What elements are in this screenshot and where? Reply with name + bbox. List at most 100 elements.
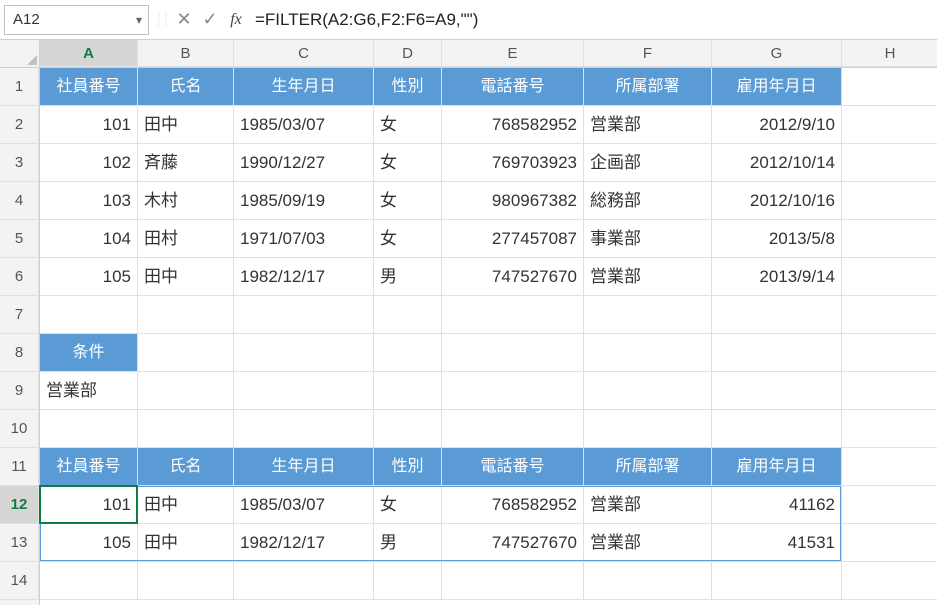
cell-A8[interactable]: 条件 xyxy=(40,334,138,372)
cell-H9[interactable] xyxy=(842,372,937,410)
cell-H3[interactable] xyxy=(842,144,937,182)
cell-B5[interactable]: 田村 xyxy=(138,220,234,258)
cell-G14[interactable] xyxy=(712,562,842,600)
col-header-E[interactable]: E xyxy=(442,40,584,67)
cell-G1[interactable]: 雇用年月日 xyxy=(712,68,842,106)
cell-C12[interactable]: 1985/03/07 xyxy=(234,486,374,524)
cell-D4[interactable]: 女 xyxy=(374,182,442,220)
cell-C4[interactable]: 1985/09/19 xyxy=(234,182,374,220)
cell-F9[interactable] xyxy=(584,372,712,410)
cell-D5[interactable]: 女 xyxy=(374,220,442,258)
formula-input[interactable] xyxy=(249,5,937,35)
cell-G11[interactable]: 雇用年月日 xyxy=(712,448,842,486)
col-header-H[interactable]: H xyxy=(842,40,937,67)
cell-B14[interactable] xyxy=(138,562,234,600)
cell-E3[interactable]: 769703923 xyxy=(442,144,584,182)
cell-F10[interactable] xyxy=(584,410,712,448)
row-header-13[interactable]: 13 xyxy=(0,524,39,562)
col-header-D[interactable]: D xyxy=(374,40,442,67)
row-header-8[interactable]: 8 xyxy=(0,334,39,372)
cell-C11[interactable]: 生年月日 xyxy=(234,448,374,486)
cell-F4[interactable]: 総務部 xyxy=(584,182,712,220)
cell-H13[interactable] xyxy=(842,524,937,562)
cell-C14[interactable] xyxy=(234,562,374,600)
drag-handle-icon[interactable]: ⋮⋮⋮⋮ xyxy=(155,12,171,27)
cell-B2[interactable]: 田中 xyxy=(138,106,234,144)
cell-D9[interactable] xyxy=(374,372,442,410)
row-header-2[interactable]: 2 xyxy=(0,106,39,144)
cell-E1[interactable]: 電話番号 xyxy=(442,68,584,106)
cell-H8[interactable] xyxy=(842,334,937,372)
cell-A11[interactable]: 社員番号 xyxy=(40,448,138,486)
cell-F11[interactable]: 所属部署 xyxy=(584,448,712,486)
cell-F1[interactable]: 所属部署 xyxy=(584,68,712,106)
cell-E2[interactable]: 768582952 xyxy=(442,106,584,144)
row-header-10[interactable]: 10 xyxy=(0,410,39,448)
cell-A12[interactable]: 101 xyxy=(40,486,138,524)
col-header-G[interactable]: G xyxy=(712,40,842,67)
row-header-9[interactable]: 9 xyxy=(0,372,39,410)
cell-D10[interactable] xyxy=(374,410,442,448)
cell-G5[interactable]: 2013/5/8 xyxy=(712,220,842,258)
cell-H14[interactable] xyxy=(842,562,937,600)
cell-D3[interactable]: 女 xyxy=(374,144,442,182)
cell-G9[interactable] xyxy=(712,372,842,410)
cell-C9[interactable] xyxy=(234,372,374,410)
cell-F13[interactable]: 営業部 xyxy=(584,524,712,562)
cell-E12[interactable]: 768582952 xyxy=(442,486,584,524)
cell-G13[interactable]: 41531 xyxy=(712,524,842,562)
cell-A2[interactable]: 101 xyxy=(40,106,138,144)
cell-H6[interactable] xyxy=(842,258,937,296)
row-header-1[interactable]: 1 xyxy=(0,68,39,106)
cell-G2[interactable]: 2012/9/10 xyxy=(712,106,842,144)
cell-D7[interactable] xyxy=(374,296,442,334)
cell-C7[interactable] xyxy=(234,296,374,334)
row-header-14[interactable]: 14 xyxy=(0,562,39,600)
cell-A14[interactable] xyxy=(40,562,138,600)
cell-H10[interactable] xyxy=(842,410,937,448)
cell-G10[interactable] xyxy=(712,410,842,448)
row-header-11[interactable]: 11 xyxy=(0,448,39,486)
cell-H4[interactable] xyxy=(842,182,937,220)
cell-D2[interactable]: 女 xyxy=(374,106,442,144)
col-header-B[interactable]: B xyxy=(138,40,234,67)
cell-F2[interactable]: 営業部 xyxy=(584,106,712,144)
cell-A3[interactable]: 102 xyxy=(40,144,138,182)
row-header-4[interactable]: 4 xyxy=(0,182,39,220)
grid[interactable]: 社員番号氏名生年月日性別電話番号所属部署雇用年月日101田中1985/03/07… xyxy=(40,68,937,605)
cell-C10[interactable] xyxy=(234,410,374,448)
col-header-F[interactable]: F xyxy=(584,40,712,67)
cell-D1[interactable]: 性別 xyxy=(374,68,442,106)
cell-C8[interactable] xyxy=(234,334,374,372)
cell-A10[interactable] xyxy=(40,410,138,448)
cell-C5[interactable]: 1971/07/03 xyxy=(234,220,374,258)
cell-G12[interactable]: 41162 xyxy=(712,486,842,524)
confirm-icon[interactable]: ✓ xyxy=(197,5,223,35)
cell-B10[interactable] xyxy=(138,410,234,448)
cell-E10[interactable] xyxy=(442,410,584,448)
cell-G8[interactable] xyxy=(712,334,842,372)
cell-E11[interactable]: 電話番号 xyxy=(442,448,584,486)
row-header-3[interactable]: 3 xyxy=(0,144,39,182)
cell-E8[interactable] xyxy=(442,334,584,372)
cell-D11[interactable]: 性別 xyxy=(374,448,442,486)
row-header-6[interactable]: 6 xyxy=(0,258,39,296)
name-box[interactable]: A12 ▾ xyxy=(4,5,149,35)
row-header-5[interactable]: 5 xyxy=(0,220,39,258)
cell-C13[interactable]: 1982/12/17 xyxy=(234,524,374,562)
fx-icon[interactable]: fx xyxy=(223,5,249,35)
cell-E6[interactable]: 747527670 xyxy=(442,258,584,296)
cell-B11[interactable]: 氏名 xyxy=(138,448,234,486)
cell-B1[interactable]: 氏名 xyxy=(138,68,234,106)
col-header-C[interactable]: C xyxy=(234,40,374,67)
cell-H11[interactable] xyxy=(842,448,937,486)
cell-F7[interactable] xyxy=(584,296,712,334)
col-header-A[interactable]: A xyxy=(40,40,138,67)
cell-B6[interactable]: 田中 xyxy=(138,258,234,296)
cell-C2[interactable]: 1985/03/07 xyxy=(234,106,374,144)
cell-H5[interactable] xyxy=(842,220,937,258)
cell-A6[interactable]: 105 xyxy=(40,258,138,296)
cell-D12[interactable]: 女 xyxy=(374,486,442,524)
cell-F12[interactable]: 営業部 xyxy=(584,486,712,524)
cell-G3[interactable]: 2012/10/14 xyxy=(712,144,842,182)
